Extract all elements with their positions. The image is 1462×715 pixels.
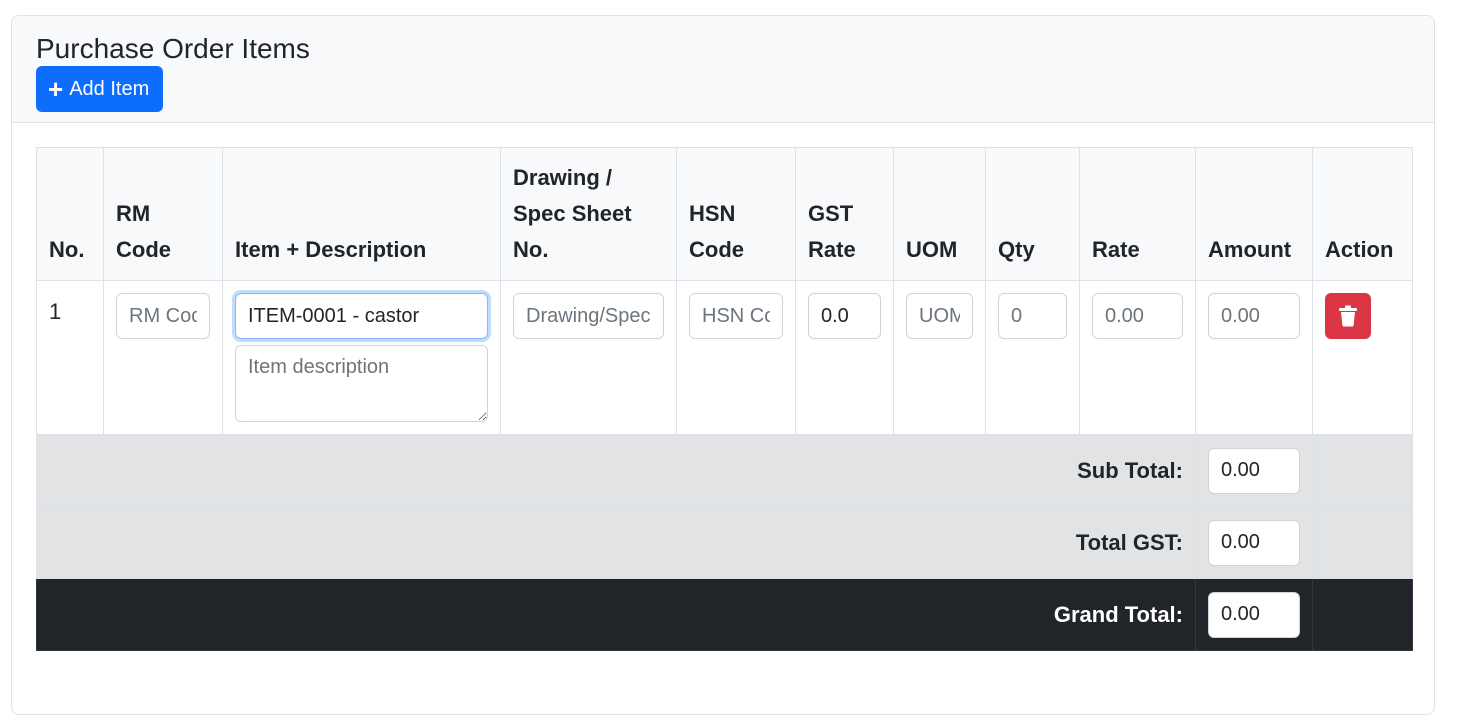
grand-total-row: Grand Total: [36, 578, 1413, 651]
total-gst-row: Total GST: [36, 506, 1413, 579]
total-gst-label: Total GST: [36, 506, 1196, 579]
header-action: Action [1312, 147, 1413, 281]
rm-code-input[interactable] [116, 293, 210, 339]
header-rm-code: RM Code [103, 147, 223, 281]
grand-total-label: Grand Total: [36, 578, 1196, 651]
card-body: No. RM Code Item + Description Drawing /… [12, 123, 1434, 651]
gst-rate-cell [795, 280, 894, 435]
item-description-textarea[interactable] [235, 345, 488, 422]
purchase-order-items-card: Purchase Order Items + Add Item No. RM C… [11, 15, 1435, 715]
sub-total-cell [1195, 434, 1313, 507]
add-item-button[interactable]: + Add Item [36, 66, 164, 112]
amount-input[interactable] [1208, 293, 1300, 339]
grand-total-empty-cell [1312, 578, 1413, 651]
sub-total-empty-cell [1312, 434, 1413, 507]
header-gst-rate: GST Rate [795, 147, 894, 281]
trash-icon [1339, 305, 1357, 327]
header-qty: Qty [985, 147, 1080, 281]
rm-code-cell [103, 280, 223, 435]
qty-cell [985, 280, 1080, 435]
add-item-label: Add Item [69, 77, 150, 100]
card-title: Purchase Order Items [36, 33, 310, 64]
total-gst-cell [1195, 506, 1313, 579]
item-description-cell [222, 280, 501, 435]
row-number: 1 [36, 280, 104, 435]
delete-row-button[interactable] [1325, 293, 1371, 339]
sub-total-label: Sub Total: [36, 434, 1196, 507]
sub-total-row: Sub Total: [36, 434, 1413, 507]
plus-icon: + [48, 74, 64, 104]
amount-cell [1195, 280, 1313, 435]
grand-total-cell [1195, 578, 1313, 651]
hsn-code-input[interactable] [689, 293, 783, 339]
sub-total-input[interactable] [1208, 447, 1300, 494]
total-gst-empty-cell [1312, 506, 1413, 579]
header-drawing-spec: Drawing / Spec Sheet No. [500, 147, 677, 281]
header-rate: Rate [1079, 147, 1196, 281]
header-hsn-code: HSN Code [676, 147, 796, 281]
hsn-code-cell [676, 280, 796, 435]
header-no: No. [36, 147, 104, 281]
grand-total-input[interactable] [1208, 591, 1300, 638]
drawing-spec-cell [500, 280, 677, 435]
uom-cell [893, 280, 986, 435]
action-cell [1312, 280, 1413, 435]
rate-cell [1079, 280, 1196, 435]
total-gst-input[interactable] [1208, 519, 1300, 566]
header-uom: UOM [893, 147, 986, 281]
rate-input[interactable] [1092, 293, 1183, 339]
table-header-row: No. RM Code Item + Description Drawing /… [36, 147, 1413, 281]
drawing-spec-input[interactable] [513, 293, 664, 339]
gst-rate-input[interactable] [808, 293, 881, 339]
header-item-description: Item + Description [222, 147, 501, 281]
card-header: Purchase Order Items + Add Item [12, 16, 1434, 123]
qty-input[interactable] [998, 293, 1067, 339]
header-amount: Amount [1195, 147, 1313, 281]
items-table: No. RM Code Item + Description Drawing /… [36, 147, 1413, 651]
item-select-input[interactable] [235, 293, 488, 339]
table-row: 1 [36, 280, 1413, 435]
uom-input[interactable] [906, 293, 973, 339]
